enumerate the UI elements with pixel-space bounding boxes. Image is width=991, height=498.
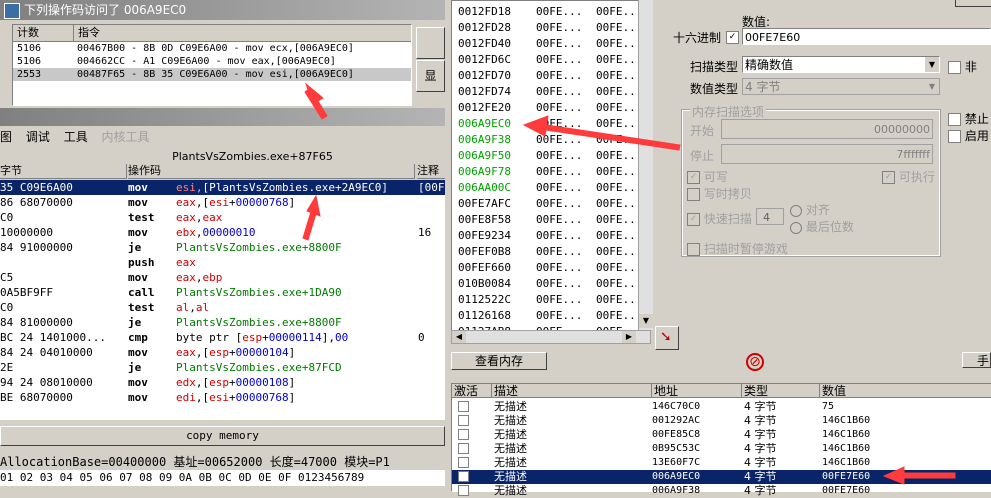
arrow-to-address-row-head [522, 115, 549, 137]
arrow-to-disasm-row-head [306, 194, 321, 217]
arrow-to-table-row [899, 472, 956, 479]
annotation-arrows [302, 82, 956, 485]
arrow-to-address-row [538, 123, 681, 151]
arrow-to-table-row-head [882, 466, 905, 485]
